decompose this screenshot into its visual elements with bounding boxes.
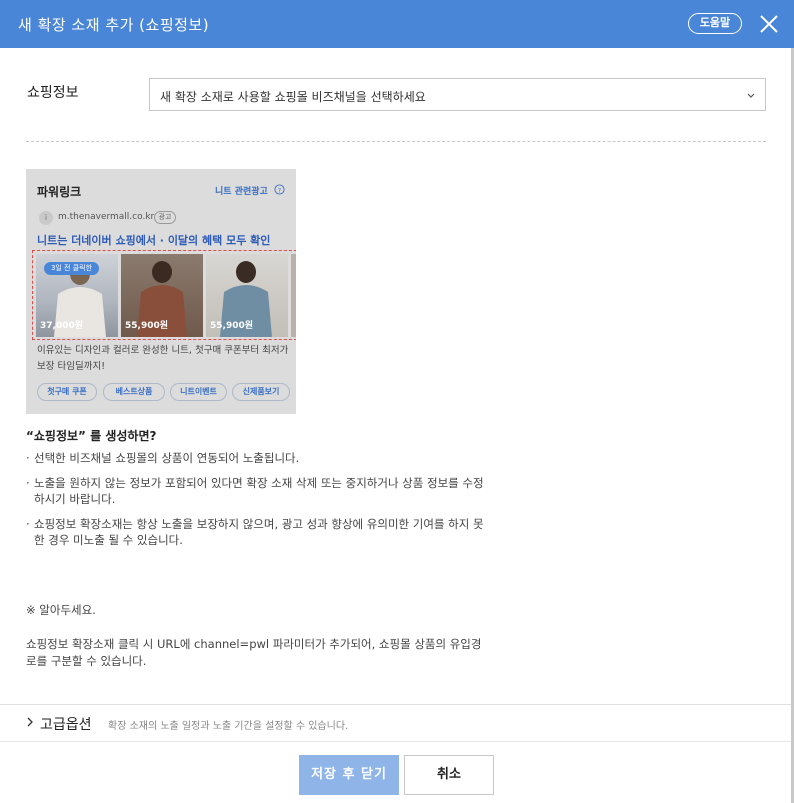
close-button[interactable] — [757, 12, 781, 36]
recent-click-badge: 3일 전 클릭한 — [44, 262, 99, 275]
product-card: 55,900원 — [206, 254, 288, 337]
section-divider — [26, 141, 766, 142]
preview-url: m.thenavermall.co.kr — [58, 212, 155, 222]
svg-text:?: ? — [278, 186, 281, 194]
advanced-options-hint: 확장 소재의 노출 일정과 노출 기간을 설정할 수 있습니다. — [108, 721, 349, 732]
product-strip: 3일 전 클릭한 37,000원 55,900원 55,900원 — [32, 250, 296, 340]
shop-info-label: 쇼핑정보 — [27, 85, 79, 101]
product-card: 55,900원 — [121, 254, 203, 337]
footer-divider — [0, 741, 791, 742]
bizchannel-select-value: 새 확장 소재로 사용할 쇼핑몰 비즈채널을 선택하세요 — [160, 90, 426, 104]
info-bullet: · 선택한 비즈채널 쇼핑몰의 상품이 연동되어 노출됩니다. — [26, 451, 300, 465]
close-icon — [760, 15, 778, 33]
ad-badge: 광고 — [154, 211, 176, 224]
dialog-title: 새 확장 소재 추가 (쇼핑정보) — [18, 16, 210, 34]
dialog-header: 새 확장 소재 추가 (쇼핑정보) 도움말 — [0, 0, 794, 48]
preview-related-link: 니트 관련광고 — [215, 187, 268, 197]
save-and-close-button[interactable]: 저장 후 닫기 — [299, 755, 399, 795]
info-icon: ? — [274, 184, 285, 195]
product-price: 55,900원 — [210, 321, 254, 331]
footer-divider — [0, 704, 791, 705]
chevron-down-icon — [747, 93, 755, 98]
product-price: 55,900원 — [125, 321, 169, 331]
notice-title: ※ 알아두세요. — [26, 603, 96, 617]
info-bullet: · 쇼핑정보 확장소재는 항상 노출을 보장하지 않으며, 광고 성과 향상에 유… — [26, 517, 484, 547]
preview-chip: 베스트상품 — [103, 383, 165, 401]
help-button[interactable]: 도움말 — [688, 13, 742, 34]
preview-section-title: 파워링크 — [37, 185, 82, 199]
bizchannel-select[interactable]: 새 확장 소재로 사용할 쇼핑몰 비즈채널을 선택하세요 — [149, 78, 766, 111]
chevron-right-icon[interactable] — [24, 716, 36, 728]
info-bullet: · 노출을 원하지 않는 정보가 포함되어 있다면 확장 소재 삭제 또는 중지하… — [26, 476, 484, 506]
preview-chip: 신제품보기 — [232, 383, 290, 401]
info-heading: “쇼핑정보” 를 생성하면? — [26, 429, 157, 443]
preview-chip: 니트이벤트 — [170, 383, 227, 401]
preview-headline: 니트는 더네이버 쇼핑에서 · 이달의 혜택 모두 확인 — [37, 234, 271, 247]
product-card: 3일 전 클릭한 37,000원 — [36, 254, 118, 337]
favicon-icon: i — [39, 211, 53, 225]
ad-preview-image: 파워링크 니트 관련광고 ? i m.thenavermall.co.kr 광고… — [26, 169, 296, 414]
preview-chip: 첫구매 쿠폰 — [37, 383, 97, 401]
notice-body: 쇼핑정보 확장소재 클릭 시 URL에 channel=pwl 파라미터가 추가… — [26, 637, 482, 668]
advanced-options-toggle[interactable]: 고급옵션 — [40, 714, 92, 734]
preview-description: 이유있는 디자인과 컬러로 완성한 니트, 첫구매 쿠폰부터 최저가보장 타임딜… — [37, 345, 289, 372]
product-card-partial — [291, 254, 296, 337]
cancel-button[interactable]: 취소 — [404, 755, 494, 795]
product-price: 37,000원 — [40, 321, 84, 331]
